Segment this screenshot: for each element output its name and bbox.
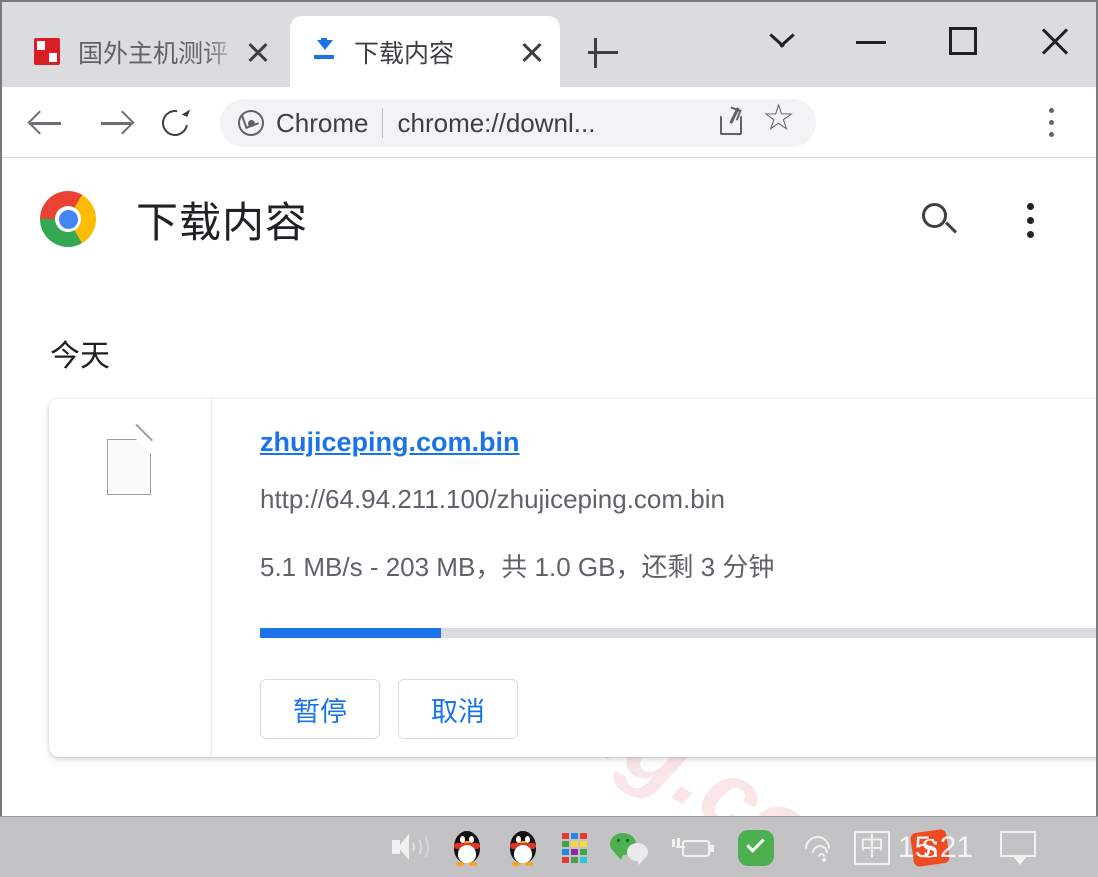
grid-tile: [562, 848, 569, 855]
green-check-icon[interactable]: [738, 829, 774, 866]
ime-icon[interactable]: 中: [854, 830, 890, 865]
grid-tile: [562, 832, 569, 839]
minimize-button[interactable]: [834, 12, 904, 72]
qq-icon[interactable]: [506, 829, 540, 867]
forward-arrow-icon[interactable]: [92, 99, 140, 147]
maximize-button[interactable]: [926, 12, 996, 72]
qq-icon[interactable]: [450, 829, 484, 867]
omnibox-divider: [382, 108, 384, 138]
back-arrow-icon[interactable]: [22, 99, 70, 147]
grid-tile: [580, 840, 587, 847]
notification-icon[interactable]: [1000, 831, 1038, 865]
wifi-icon[interactable]: [796, 830, 836, 866]
tab-strip: 国外主机测评 下载内容: [2, 2, 1096, 87]
omnibox-chip-label: Chrome: [276, 107, 369, 138]
taskbar-clock[interactable]: 15:21: [898, 817, 973, 877]
generic-file-icon: [107, 423, 153, 495]
download-filename-link[interactable]: zhujiceping.com.bin: [260, 427, 520, 458]
downloads-page-header: 下载内容: [2, 159, 1096, 269]
omnibox-url-text[interactable]: chrome://downl...: [397, 108, 714, 139]
wechat-icon[interactable]: [610, 831, 650, 865]
grid-tile: [571, 848, 578, 855]
close-window-button[interactable]: [1018, 12, 1088, 72]
grid-tile: [562, 840, 569, 847]
tab-title: 国外主机测评: [78, 39, 229, 68]
browser-toolbar: Chrome chrome://downl... ☆: [2, 87, 1096, 158]
grid-tile: [580, 832, 587, 839]
star-glyph: ☆: [762, 97, 796, 138]
volume-icon[interactable]: [390, 831, 429, 865]
site-favicon: [34, 37, 62, 66]
tab-close-button[interactable]: [512, 32, 552, 72]
download-icon: [310, 37, 338, 66]
tab-downloads[interactable]: 下载内容: [290, 16, 560, 87]
download-source-url: http://64.94.211.100/zhujiceping.com.bin: [260, 484, 725, 514]
tab-title: 下载内容: [354, 39, 455, 68]
cancel-download-button[interactable]: 取消: [398, 679, 518, 739]
system-tray: 中 S: [390, 817, 951, 877]
tab-guowai-zhuji-ceping[interactable]: 国外主机测评: [14, 16, 286, 87]
more-options-icon[interactable]: [1014, 199, 1050, 243]
download-progress-bar: [260, 628, 1096, 638]
windows-taskbar: 中 S 15:21: [0, 816, 1098, 877]
grid-tile: [571, 856, 578, 863]
browser-window: 国外主机测评 下载内容 Chrome chrome://downl... ☆ 下…: [0, 0, 1098, 816]
download-progress-fill: [260, 628, 442, 638]
grid-tile: [571, 840, 578, 847]
tab-search-chevron-down-icon[interactable]: [744, 12, 814, 72]
page-title: 下载内容: [136, 199, 309, 246]
download-status-text: 5.1 MB/s - 203 MB，共 1.0 GB，还剩 3 分钟: [260, 552, 775, 582]
chrome-chip-icon: [238, 110, 264, 136]
section-title-today: 今天: [50, 340, 110, 373]
downloads-page: zhujiceping.com 下载内容 今天 zhujiceping.com.…: [2, 159, 1096, 816]
grid-tile: [571, 832, 578, 839]
reload-icon[interactable]: [152, 99, 200, 147]
color-grid-icon[interactable]: [562, 832, 588, 863]
chrome-logo: [40, 191, 96, 247]
search-icon[interactable]: [920, 201, 962, 243]
address-bar[interactable]: Chrome chrome://downl... ☆: [220, 99, 816, 147]
card-divider: [211, 399, 212, 757]
battery-charging-icon[interactable]: [672, 833, 716, 863]
browser-menu-icon[interactable]: [1034, 105, 1070, 141]
pause-download-button[interactable]: 暂停: [260, 679, 380, 739]
grid-tile: [580, 848, 587, 855]
grid-tile: [580, 856, 587, 863]
grid-tile: [562, 856, 569, 863]
new-tab-button[interactable]: [580, 30, 626, 76]
tab-close-button[interactable]: [238, 32, 278, 72]
share-icon[interactable]: [714, 103, 754, 143]
browser-window-screenshot: 国外主机测评 下载内容 Chrome chrome://downl... ☆ 下…: [0, 0, 1098, 877]
download-actions: 暂停 取消: [260, 679, 518, 739]
bookmark-star-icon[interactable]: ☆: [762, 99, 798, 141]
download-item-card: zhujiceping.com.bin http://64.94.211.100…: [49, 399, 1096, 757]
